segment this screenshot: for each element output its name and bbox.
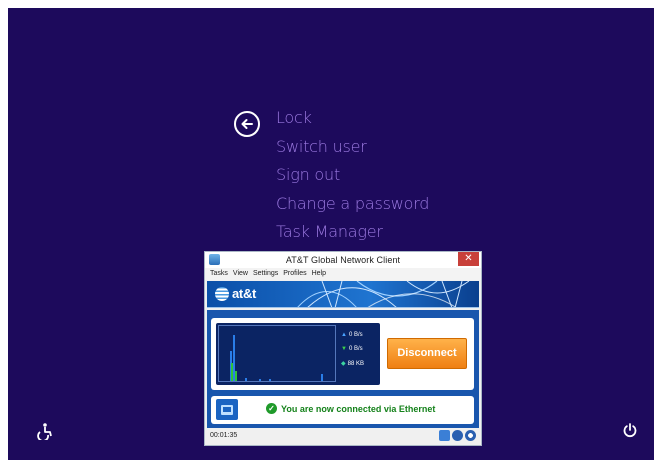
traffic-graph-plot [218, 325, 336, 382]
traffic-bar [231, 363, 233, 381]
upload-rate: ▲ 0 B/s [341, 332, 363, 338]
task-manager-option[interactable]: Task Manager [276, 221, 429, 250]
connection-status-text: You are now connected via Ethernet [281, 403, 436, 414]
brand-banner: at&t [207, 281, 479, 308]
ease-of-access-icon [37, 423, 52, 440]
att-client-window: AT&T Global Network Client ✕ Tasks View … [204, 251, 482, 446]
connection-timer: 00:01:35 [210, 432, 238, 439]
ethernet-icon [216, 399, 238, 420]
traffic-bar [269, 379, 271, 381]
download-rate-value: 0 B/s [348, 346, 363, 352]
menu-bar: Tasks View Settings Profiles Help [205, 268, 481, 280]
download-arrow-icon: ▼ [341, 346, 347, 352]
lock-option[interactable]: Lock [276, 107, 429, 136]
check-icon: ✓ [266, 403, 277, 414]
download-rate: ▼ 0 B/s [341, 346, 363, 352]
traffic-bar [245, 378, 247, 381]
client-content: ▲ 0 B/s ▼ 0 B/s ◆ 88 KB Disconnect ✓ You… [207, 310, 479, 428]
title-bar[interactable]: AT&T Global Network Client ✕ [205, 252, 481, 268]
disconnect-button[interactable]: Disconnect [387, 338, 467, 369]
traffic-bar [235, 371, 237, 381]
close-button[interactable]: ✕ [458, 252, 479, 266]
menu-view[interactable]: View [233, 268, 248, 280]
menu-tasks[interactable]: Tasks [210, 268, 228, 280]
ease-of-access-button[interactable] [35, 421, 55, 441]
att-logo: at&t [215, 286, 256, 301]
switch-user-option[interactable]: Switch user [276, 136, 429, 165]
menu-profiles[interactable]: Profiles [283, 268, 306, 280]
status-tray [439, 430, 476, 441]
traffic-graph: ▲ 0 B/s ▼ 0 B/s ◆ 88 KB [216, 323, 380, 385]
power-button[interactable] [620, 420, 640, 440]
traffic-bar [321, 374, 323, 381]
security-options-menu: Lock Switch user Sign out Change a passw… [276, 107, 429, 250]
total-transfer: ◆ 88 KB [341, 360, 364, 368]
total-transfer-value: 88 KB [347, 360, 364, 367]
att-globe-icon [215, 286, 229, 301]
status-panel: ✓ You are now connected via Ethernet [211, 396, 474, 424]
menu-help[interactable]: Help [312, 268, 326, 280]
upload-arrow-icon: ▲ [341, 332, 347, 338]
traffic-bar [259, 379, 261, 381]
change-password-option[interactable]: Change a password [276, 193, 429, 222]
power-icon [623, 423, 637, 437]
transfer-icon: ◆ [341, 361, 346, 367]
network-status-icon[interactable] [439, 430, 450, 441]
sign-out-option[interactable]: Sign out [276, 164, 429, 193]
back-arrow-icon [241, 119, 253, 129]
globe-icon[interactable] [465, 430, 476, 441]
upload-rate-value: 0 B/s [348, 332, 363, 338]
security-shield-icon[interactable] [452, 430, 463, 441]
window-title: AT&T Global Network Client [285, 255, 401, 265]
att-logo-text: at&t [232, 286, 257, 301]
back-button[interactable] [234, 111, 260, 137]
secure-screen: Lock Switch user Sign out Change a passw… [8, 8, 654, 460]
menu-settings[interactable]: Settings [253, 268, 278, 280]
connection-panel: ▲ 0 B/s ▼ 0 B/s ◆ 88 KB Disconnect [211, 318, 474, 390]
app-icon [209, 254, 220, 265]
connection-status: ✓ You are now connected via Ethernet [266, 403, 435, 414]
status-bar: 00:01:35 [207, 428, 479, 443]
